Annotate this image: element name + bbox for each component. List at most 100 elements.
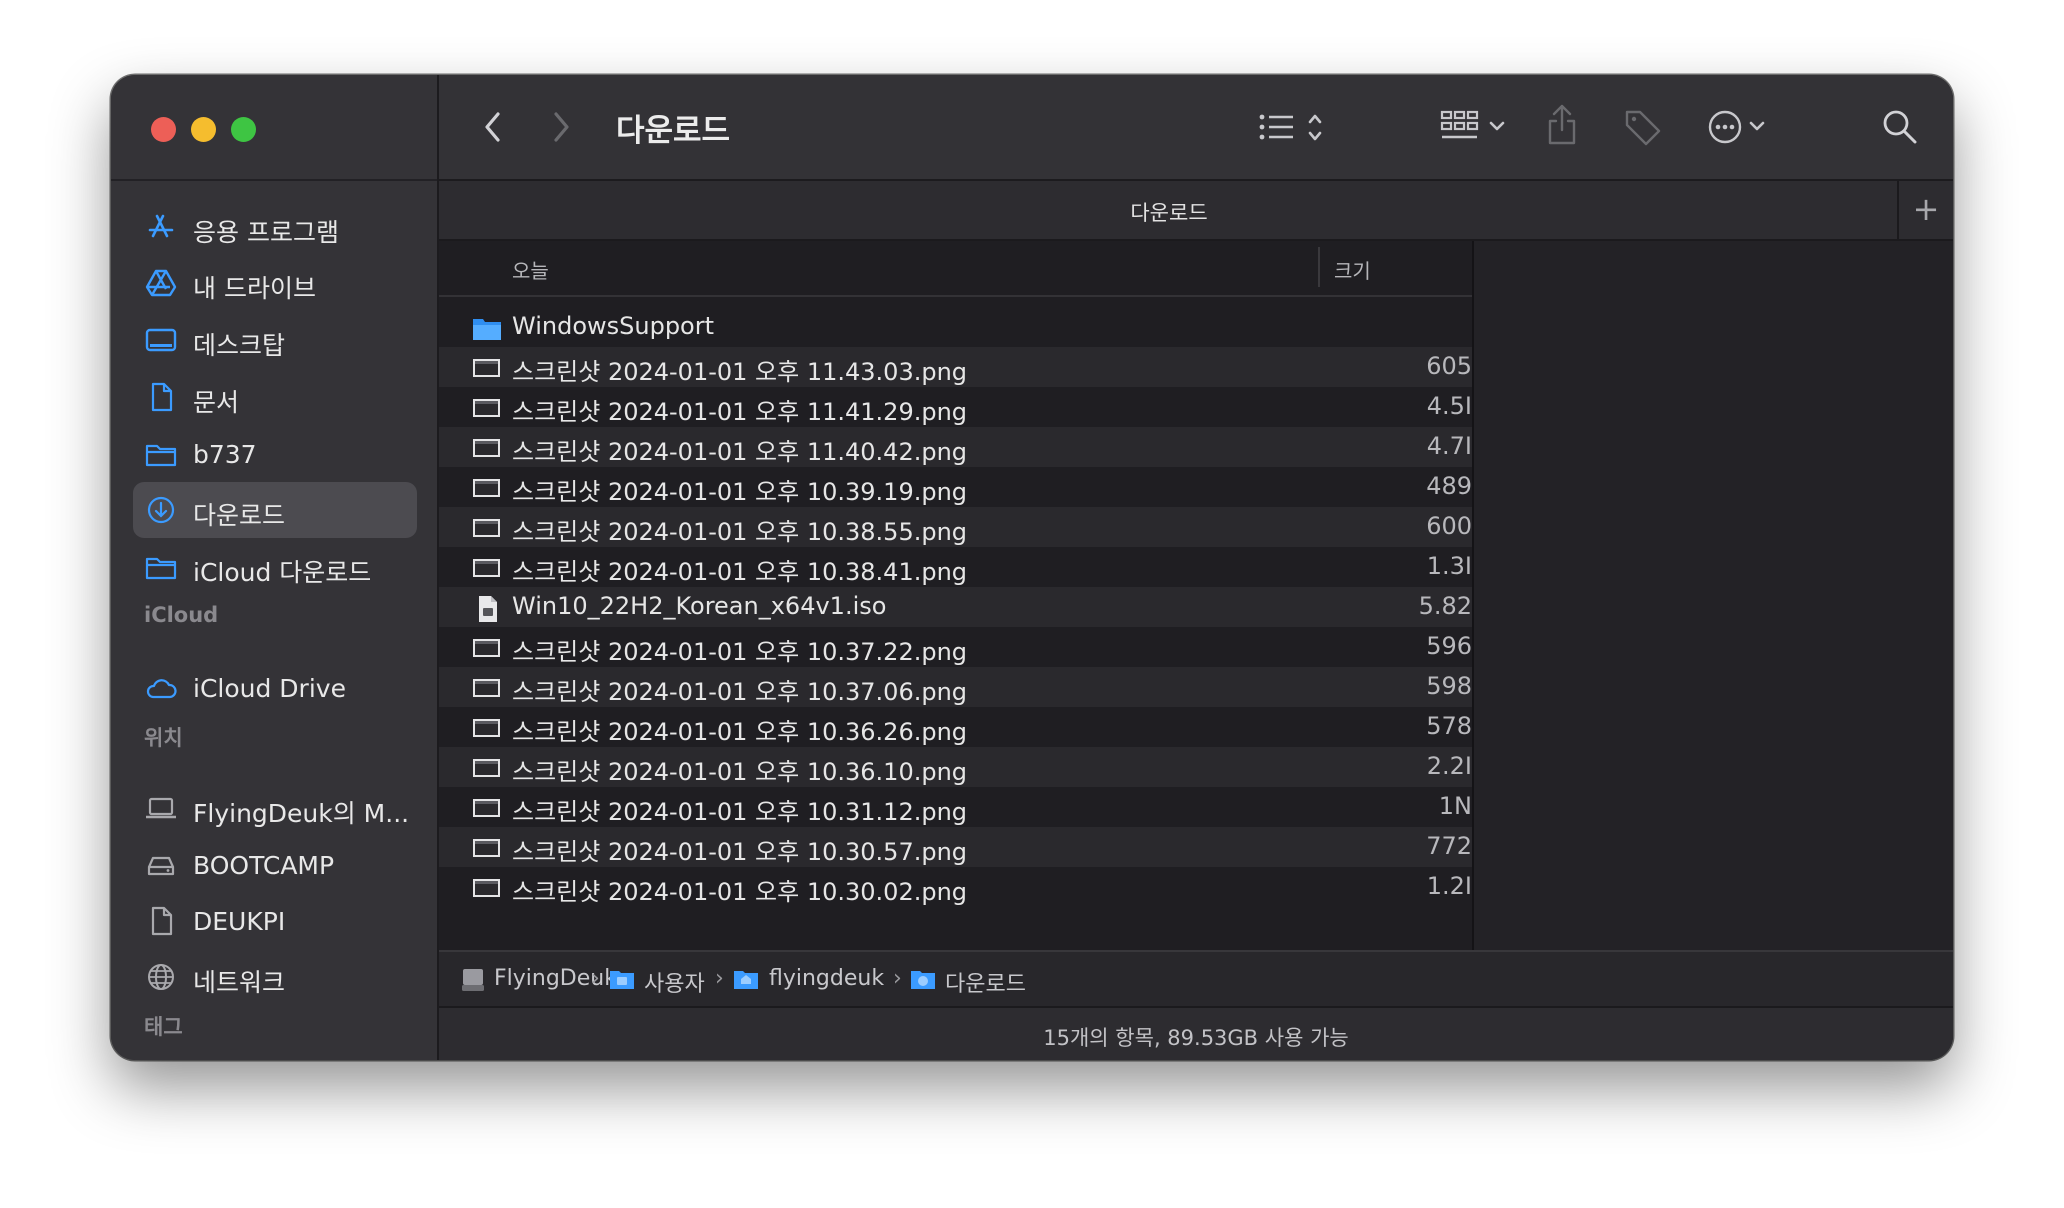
image-file-icon <box>473 439 500 457</box>
status-bar: 15개의 항목, 89.53GB 사용 가능 <box>439 1006 1953 1060</box>
new-tab-button[interactable]: + <box>1897 181 1953 239</box>
file-row[interactable]: WindowsSupport <box>439 307 1472 347</box>
tab-bar: 다운로드 + <box>439 181 1953 241</box>
zoom-window-button[interactable] <box>231 117 256 142</box>
file-name: 스크린샷 2024-01-01 오후 10.38.55.png <box>512 518 968 546</box>
file-row[interactable]: 스크린샷 2024-01-01 오후 10.37.22.png 596 <box>439 627 1472 667</box>
tab-downloads[interactable]: 다운로드 <box>439 197 1899 227</box>
forward-icon[interactable] <box>549 109 573 145</box>
disk-icon <box>147 856 175 876</box>
sidebar-item-label: iCloud 다운로드 <box>193 558 372 587</box>
file-name: WindowsSupport <box>512 312 715 340</box>
path-item-flyingdeuk-home[interactable]: flyingdeuk <box>769 966 884 991</box>
file-list: 오늘 크기 WindowsSupport 스크린샷 2024-01-01 오후 1… <box>439 241 1474 950</box>
sidebar-item-desktop[interactable]: 데스크탑 <box>133 312 417 368</box>
file-row[interactable]: 스크린샷 2024-01-01 오후 11.41.29.png 4.5I <box>439 387 1472 427</box>
file-row[interactable]: 스크린샷 2024-01-01 오후 10.31.12.png 1N <box>439 787 1472 827</box>
list-view-icon[interactable] <box>1259 111 1331 145</box>
file-size: 605 <box>1426 352 1472 380</box>
sidebar-item-network[interactable]: 네트워크 <box>133 949 417 1005</box>
file-name: 스크린샷 2024-01-01 오후 10.31.12.png <box>512 798 968 826</box>
sidebar-item-label: 다운로드 <box>193 501 286 530</box>
file-row[interactable]: 스크린샷 2024-01-01 오후 10.37.06.png 598 <box>439 667 1472 707</box>
folder-icon <box>610 971 634 989</box>
file-row[interactable]: 스크린샷 2024-01-01 오후 10.30.57.png 772 <box>439 827 1472 867</box>
status-text: 15개의 항목, 89.53GB 사용 가능 <box>1043 1026 1349 1050</box>
hard-drive-icon <box>462 969 484 991</box>
path-item-users[interactable]: 사용자 <box>644 966 705 998</box>
sidebar-item-documents[interactable]: 문서 <box>133 369 417 425</box>
file-size: 4.7I <box>1426 432 1472 460</box>
file-name: 스크린샷 2024-01-01 오후 10.30.57.png <box>512 838 968 866</box>
file-size: 2.2I <box>1426 752 1472 780</box>
sidebar-item-bootcamp[interactable]: BOOTCAMP <box>133 837 417 893</box>
minimize-window-button[interactable] <box>191 117 216 142</box>
file-row[interactable]: Win10_22H2_Korean_x64v1.iso 5.82 <box>439 587 1472 627</box>
sidebar-item-icloud-drive[interactable]: iCloud Drive <box>133 660 417 716</box>
file-size: 1N <box>1438 792 1472 820</box>
window-title: 다운로드 <box>616 113 731 149</box>
column-header-size[interactable]: 크기 <box>1334 255 1371 284</box>
file-name: 스크린샷 2024-01-01 오후 10.36.10.png <box>512 758 968 786</box>
toolbar: 다운로드 <box>439 75 1953 181</box>
sidebar-section-locations: 위치 <box>144 726 183 750</box>
sidebar-item-label: BOOTCAMP <box>193 851 335 880</box>
file-row[interactable]: 스크린샷 2024-01-01 오후 11.43.03.png 605 <box>439 347 1472 387</box>
sidebar-item-b737[interactable]: b737 <box>133 426 417 482</box>
image-file-icon <box>473 519 500 537</box>
file-name: 스크린샷 2024-01-01 오후 10.36.26.png <box>512 718 968 746</box>
file-row[interactable]: 스크린샷 2024-01-01 오후 11.40.42.png 4.7I <box>439 427 1472 467</box>
file-size: 489 <box>1426 472 1472 500</box>
path-item-downloads[interactable]: 다운로드 <box>945 966 1026 998</box>
sidebar-item-label: FlyingDeuk의 M... <box>193 799 410 828</box>
sidebar-item-downloads[interactable]: 다운로드 <box>133 482 417 538</box>
home-folder-icon <box>734 971 758 989</box>
file-size: 596 <box>1426 632 1472 660</box>
folder-icon <box>145 557 177 580</box>
sidebar-item-label: DEUKPI <box>193 907 286 936</box>
empty-column-area <box>1474 241 1953 950</box>
sidebar-item-mac[interactable]: FlyingDeuk의 M... <box>133 780 417 836</box>
file-size: 1.3I <box>1426 552 1472 580</box>
tag-icon[interactable] <box>1623 107 1663 147</box>
file-row[interactable]: 스크린샷 2024-01-01 오후 10.36.26.png 578 <box>439 707 1472 747</box>
sidebar-divider <box>111 179 437 181</box>
sidebar-item-my-drive[interactable]: 내 드라이브 <box>133 255 417 311</box>
sidebar-section-tags: 태그 <box>144 1015 183 1039</box>
file-row[interactable]: 스크린샷 2024-01-01 오후 10.38.55.png 600 <box>439 507 1472 547</box>
file-size: 5.82 <box>1418 592 1472 620</box>
group-icon[interactable] <box>1440 109 1510 145</box>
file-size: 578 <box>1426 712 1472 740</box>
file-icon <box>151 906 173 936</box>
file-name: 스크린샷 2024-01-01 오후 11.40.42.png <box>512 438 968 466</box>
desktop-icon <box>145 328 177 352</box>
column-separator[interactable] <box>1318 247 1320 287</box>
file-name: 스크린샷 2024-01-01 오후 10.39.19.png <box>512 478 968 506</box>
applications-icon <box>148 214 174 238</box>
more-actions-icon[interactable] <box>1708 109 1770 145</box>
path-separator: › <box>715 966 724 991</box>
share-icon[interactable] <box>1545 103 1579 147</box>
file-size: 598 <box>1426 672 1472 700</box>
image-file-icon <box>473 879 500 897</box>
image-file-icon <box>473 399 500 417</box>
file-row[interactable]: 스크린샷 2024-01-01 오후 10.36.10.png 2.2I <box>439 747 1472 787</box>
file-name: 스크린샷 2024-01-01 오후 10.38.41.png <box>512 558 968 586</box>
sidebar-item-icloud-downloads[interactable]: iCloud 다운로드 <box>133 539 417 595</box>
column-header: 오늘 크기 <box>439 241 1472 297</box>
column-header-today[interactable]: 오늘 <box>512 255 549 284</box>
back-icon[interactable] <box>481 109 505 145</box>
file-row[interactable]: 스크린샷 2024-01-01 오후 10.38.41.png 1.3I <box>439 547 1472 587</box>
image-file-icon <box>473 719 500 737</box>
file-row[interactable]: 스크린샷 2024-01-01 오후 10.39.19.png 489 <box>439 467 1472 507</box>
disk-image-file-icon <box>479 596 497 622</box>
sidebar-item-applications[interactable]: 응용 프로그램 <box>133 199 417 255</box>
file-name: 스크린샷 2024-01-01 오후 10.37.06.png <box>512 678 968 706</box>
close-window-button[interactable] <box>151 117 176 142</box>
file-row[interactable]: 스크린샷 2024-01-01 오후 10.30.02.png 1.2I <box>439 867 1472 907</box>
downloads-icon <box>147 496 175 524</box>
main-area: 다운로드 다운로드 + 오늘 크기 WindowsSupport 스크린샷 20… <box>439 75 1953 1060</box>
search-icon[interactable] <box>1881 108 1919 146</box>
sidebar-item-label: b737 <box>193 440 257 469</box>
sidebar-item-deukpi[interactable]: DEUKPI <box>133 893 417 949</box>
